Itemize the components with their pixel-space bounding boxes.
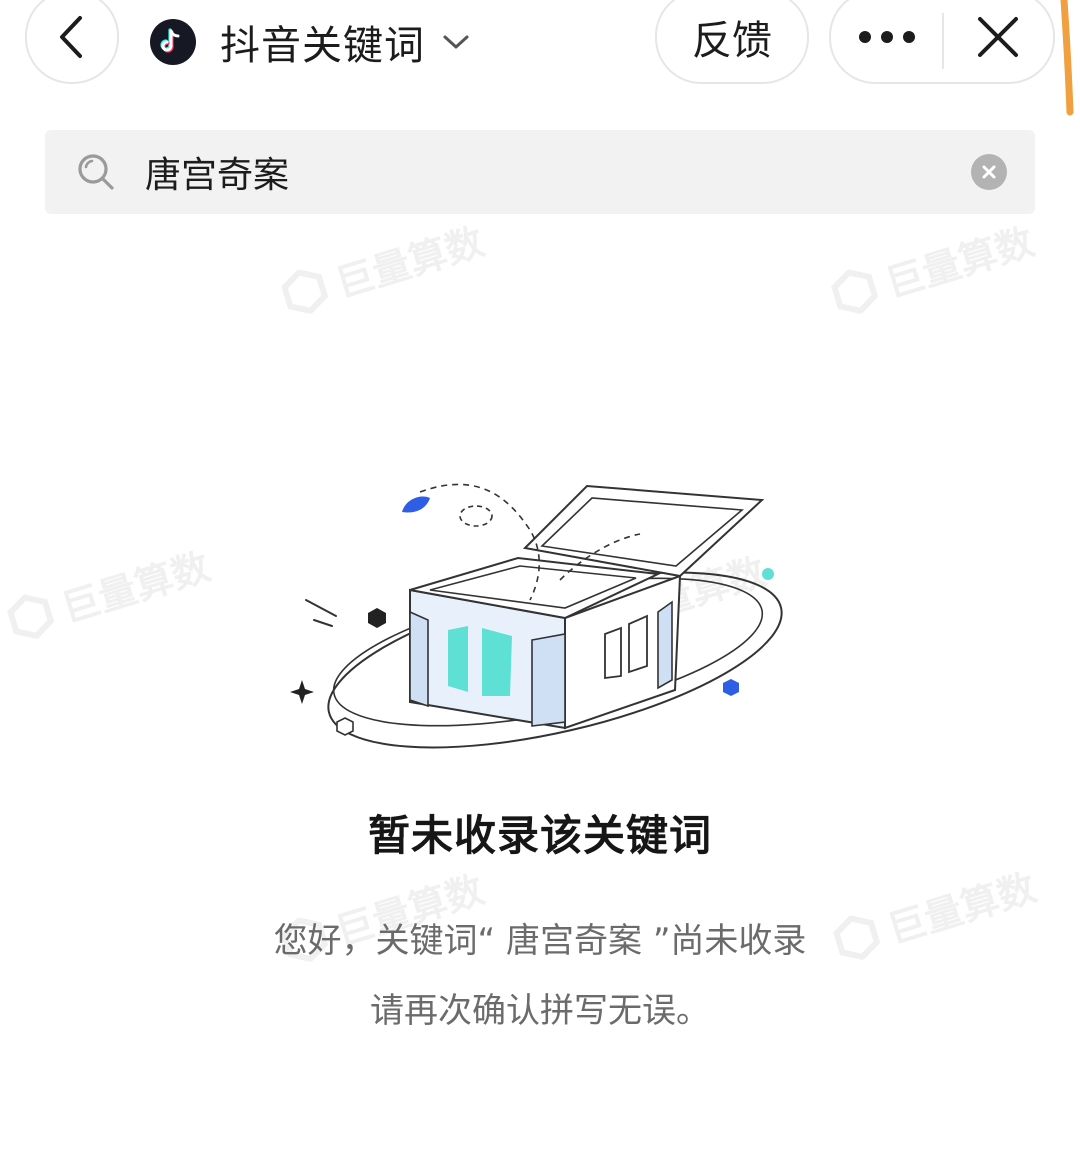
chevron-down-icon [443,35,469,49]
douyin-logo-icon [150,19,196,65]
mini-program-capsule [829,0,1055,84]
clear-search-button[interactable] [971,154,1007,190]
search-bar[interactable]: 唐宫奇案 [45,130,1035,214]
empty-state-title: 暂未收录该关键词 [367,811,712,860]
watermark-logo-icon [7,593,55,639]
empty-state-line-2: 请再次确认拼写无误。 [370,991,710,1031]
chevron-left-icon [60,16,82,58]
top-bar: 抖音关键词 反馈 [0,0,1080,116]
watermark-logo-icon [831,268,879,314]
watermark-text: 巨量算数 [330,219,489,306]
app-title: 抖音关键词 [220,23,425,69]
line1-prefix: 您好，关键词“ [273,921,496,961]
searched-keyword: 唐宫奇案 [495,921,653,961]
empty-box-illustration [290,483,783,749]
more-button[interactable] [831,0,942,82]
search-icon [78,154,114,190]
more-dots-icon [858,31,915,43]
line1-suffix: ”尚未收录 [652,921,807,961]
watermark: 巨量算数 [825,211,1040,324]
search-input[interactable]: 唐宫奇案 [145,146,971,198]
feedback-label: 反馈 [692,18,772,64]
back-button[interactable] [25,0,119,84]
watermark: 巨量算数 [1,536,216,649]
clear-circle-icon [982,165,996,179]
watermark-text: 巨量算数 [880,219,1039,306]
empty-state-description: 您好，关键词“ 唐宫奇案 ”尚未收录 请再次确认拼写无误。 [0,906,1080,1046]
feedback-button[interactable]: 反馈 [655,0,809,84]
app-switcher[interactable]: 抖音关键词 [150,14,471,70]
watermark-logo-icon [281,268,329,314]
watermark: 巨量算数 [275,211,490,324]
orange-edge-mark [1060,0,1074,116]
watermark-text: 巨量算数 [56,544,215,631]
close-icon [978,17,1019,57]
close-button[interactable] [944,0,1053,82]
empty-state-line-1: 您好，关键词“ 唐宫奇案 ”尚未收录 [0,906,1080,976]
